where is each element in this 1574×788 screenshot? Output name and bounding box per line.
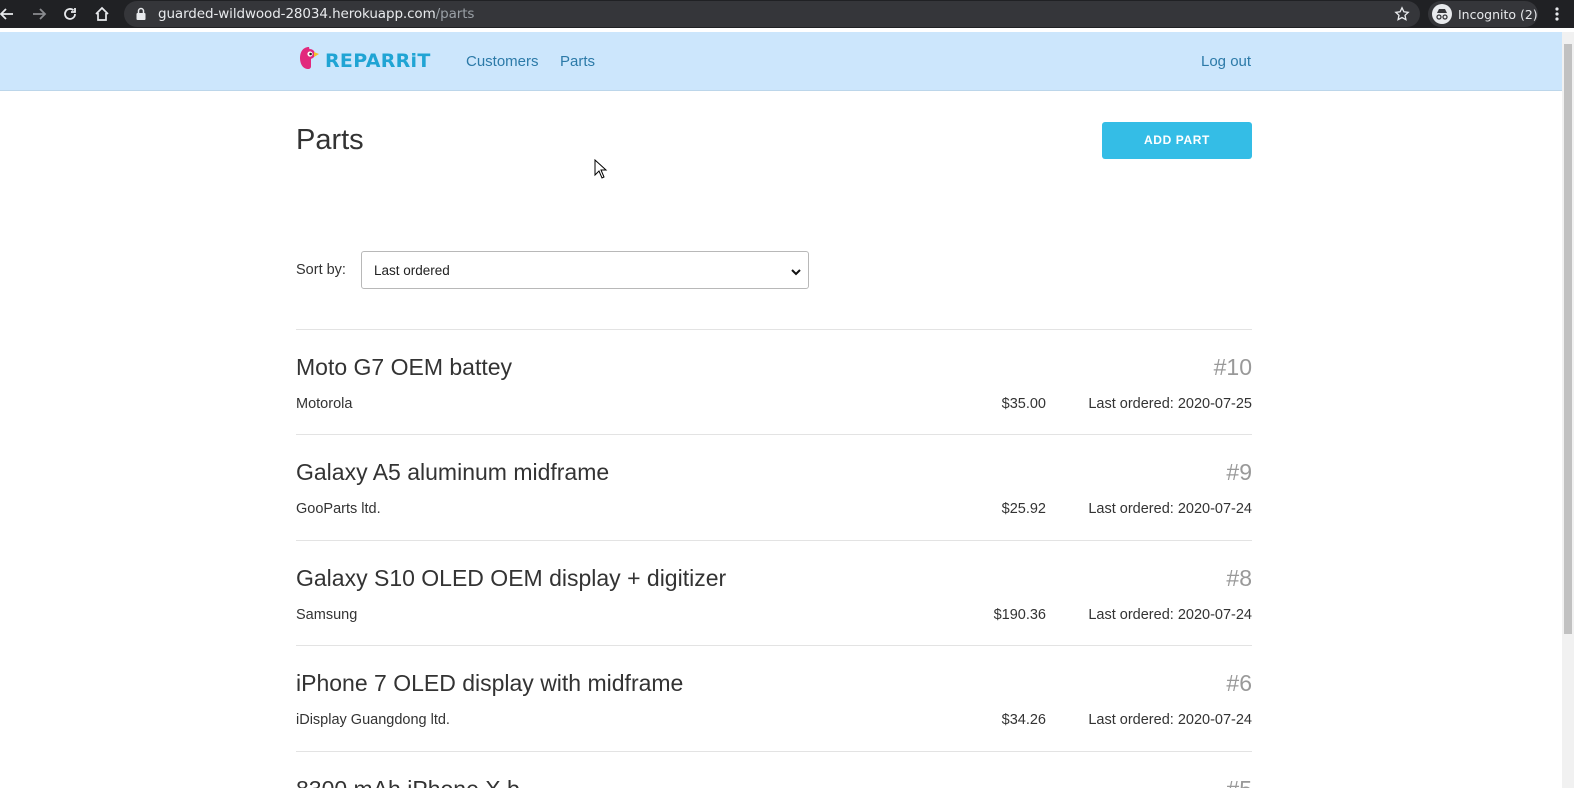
incognito-indicator[interactable]: Incognito (2) (1428, 1, 1538, 27)
part-vendor: iDisplay Guangdong ltd. (296, 712, 450, 728)
part-name[interactable]: Moto G7 OEM battey (296, 354, 512, 381)
url-text: guarded-wildwood-28034.herokuapp.com/par… (158, 6, 475, 22)
chevron-down-icon (790, 265, 802, 283)
sort-selected-value: Last ordered (374, 263, 450, 278)
page-title: Parts (296, 124, 364, 156)
part-price: $190.36 (993, 607, 1046, 623)
part-last-ordered: Last ordered: 2020-07-24 (1088, 501, 1252, 517)
lock-icon (130, 3, 152, 25)
part-price: $25.92 (1001, 501, 1046, 517)
mouse-cursor-icon (594, 158, 608, 184)
nav-link-customers[interactable]: Customers (466, 53, 539, 70)
back-arrow-icon[interactable] (0, 3, 18, 25)
sort-label: Sort by: (296, 262, 346, 278)
part-price: $34.26 (1001, 712, 1046, 728)
logo[interactable]: REPARRiT (298, 45, 431, 76)
part-id: #6 (1226, 670, 1252, 696)
star-bookmark-icon[interactable] (1391, 3, 1413, 25)
part-row[interactable]: Moto G7 OEM battey #10 Motorola $35.00 L… (296, 330, 1252, 435)
part-vendor: Samsung (296, 607, 358, 623)
logo-text: REPARRiT (325, 49, 431, 72)
logout-link[interactable]: Log out (1201, 53, 1251, 70)
home-icon[interactable] (91, 3, 113, 25)
part-vendor: Motorola (296, 396, 353, 412)
part-name[interactable]: 8300 mAh iPhone X b (296, 776, 520, 788)
part-name[interactable]: iPhone 7 OLED display with midframe (296, 670, 683, 697)
browser-toolbar: guarded-wildwood-28034.herokuapp.com/par… (0, 0, 1574, 28)
part-last-ordered: Last ordered: 2020-07-24 (1088, 712, 1252, 728)
part-row[interactable]: iPhone 7 OLED display with midframe #6 i… (296, 646, 1252, 751)
part-name[interactable]: Galaxy A5 aluminum midframe (296, 459, 609, 486)
part-row[interactable]: Galaxy A5 aluminum midframe #9 GooParts … (296, 435, 1252, 540)
part-row[interactable]: Galaxy S10 OLED OEM display + digitizer … (296, 541, 1252, 646)
incognito-icon (1432, 4, 1452, 24)
incognito-label: Incognito (2) (1458, 6, 1538, 22)
part-last-ordered: Last ordered: 2020-07-24 (1088, 607, 1252, 623)
part-row-partial[interactable]: 8300 mAh iPhone X b #5 (296, 752, 1252, 788)
part-id: #5 (1226, 776, 1252, 788)
part-last-ordered: Last ordered: 2020-07-25 (1088, 396, 1252, 412)
parrot-logo-icon (298, 45, 320, 76)
nav-link-parts[interactable]: Parts (560, 53, 595, 70)
part-id: #9 (1226, 459, 1252, 485)
part-id: #10 (1213, 354, 1252, 380)
add-part-button[interactable]: ADD PART (1102, 122, 1252, 159)
address-bar[interactable]: guarded-wildwood-28034.herokuapp.com/par… (124, 1, 1420, 27)
part-name[interactable]: Galaxy S10 OLED OEM display + digitizer (296, 565, 726, 592)
forward-arrow-icon[interactable] (28, 3, 50, 25)
scrollbar-thumb[interactable] (1564, 44, 1572, 634)
sort-select[interactable]: Last ordered (361, 251, 809, 289)
part-id: #8 (1226, 565, 1252, 591)
app-navbar: REPARRiT Customers Parts Log out (0, 32, 1562, 91)
reload-icon[interactable] (59, 3, 81, 25)
kebab-menu-icon[interactable] (1546, 3, 1568, 25)
part-vendor: GooParts ltd. (296, 501, 381, 517)
part-price: $35.00 (1001, 396, 1046, 412)
